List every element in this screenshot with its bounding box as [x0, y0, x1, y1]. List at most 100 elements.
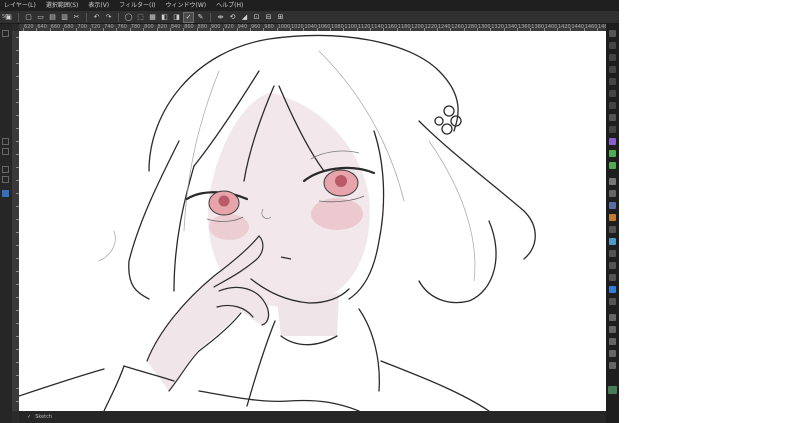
panel-item-icon[interactable] [609, 226, 616, 233]
zoom-out-icon[interactable] [2, 30, 9, 37]
panel-item-icon[interactable] [609, 326, 616, 333]
menu-layer[interactable]: レイヤー(L) [4, 0, 36, 11]
menu-bar: レイヤー(L) 選択範囲(S) 表示(V) フィルター(I) ウィンドウ(W) … [0, 0, 619, 11]
navigator-icon[interactable] [2, 166, 9, 173]
color-panel-icon[interactable] [609, 66, 616, 73]
toolbar-separator [86, 12, 87, 22]
ruler-tick-label: 1060 [317, 24, 331, 30]
ruler-tick-label: 660 [50, 24, 61, 30]
hand-fill [147, 236, 270, 391]
green-tool-icon[interactable] [609, 150, 616, 157]
panel-item-icon[interactable] [609, 262, 616, 269]
ruler-tick-label: 700 [77, 24, 87, 30]
ruler-tick-label: 740 [104, 24, 114, 30]
green-tool-icon-2[interactable] [609, 162, 616, 169]
rotate-icon[interactable]: ⟲ [228, 13, 237, 22]
ruler-tick-label: 1460 [584, 24, 598, 30]
panel-item-icon[interactable] [609, 202, 616, 209]
fit-view-icon[interactable] [2, 176, 9, 183]
invert-icon[interactable]: ◧ [160, 13, 169, 22]
rotate-view-icon[interactable] [2, 138, 9, 145]
cut-icon[interactable]: ✂ [72, 13, 81, 22]
snap-icon[interactable]: ⊡ [252, 13, 261, 22]
ruler-tick-label: 1360 [517, 24, 531, 30]
shirt-fold [198, 390, 360, 411]
deselect-icon[interactable]: ▦ [148, 13, 157, 22]
undo-icon[interactable]: ↶ [92, 13, 101, 22]
drawing-canvas[interactable] [19, 31, 606, 411]
navigator-panel-icon[interactable] [609, 78, 616, 85]
menu-filter[interactable]: フィルター(I) [119, 0, 155, 11]
ruler-tick-label: 1120 [357, 24, 371, 30]
panel-item-icon[interactable] [609, 250, 616, 257]
menu-window[interactable]: ウィンドウ(W) [166, 0, 207, 11]
sub-tool-icon[interactable] [609, 126, 616, 133]
menu-selection[interactable]: 選択範囲(S) [46, 0, 79, 11]
command-bar: ▣ ▢ ▭ ▤ ▥ ✂ ↶ ↷ ◯ ⬚ ▦ ◧ ◨ ✓ ✎ ⇹ ⟲ ◢ ⊡ ⊟ … [0, 11, 619, 24]
save-icon[interactable]: ▤ [48, 13, 57, 22]
panel-item-icon[interactable] [609, 298, 616, 305]
menu-view[interactable]: 表示(V) [88, 0, 109, 11]
orange-tool-icon[interactable] [609, 214, 616, 221]
ruler-tick-label: 1300 [477, 24, 491, 30]
brush-panel-icon[interactable] [609, 54, 616, 61]
open-icon[interactable]: ▭ [36, 13, 45, 22]
status-check-icon: ✓ [27, 414, 32, 420]
panel-toggle-icon[interactable] [609, 30, 616, 37]
redo-icon[interactable]: ↷ [104, 13, 113, 22]
ruler-tick-label: 1080 [331, 24, 344, 30]
ruler-tick-label: 820 [157, 24, 168, 30]
transform-icon[interactable]: ⬚ [136, 13, 145, 22]
ruler-tick-label: 1020 [291, 24, 304, 30]
gradient-icon[interactable]: ◢ [240, 13, 249, 22]
ruler-tick-label: 1040 [304, 24, 318, 30]
blue-tool-icon-2[interactable] [609, 286, 616, 293]
ruler-tick-label: 620 [24, 24, 34, 30]
ruler-tick-label: 640 [37, 24, 47, 30]
check-icon[interactable]: ✓ [183, 11, 194, 23]
toolbar-separator [118, 12, 119, 22]
ruler-tick-label: 1240 [437, 24, 451, 30]
hair-strand-light-3 [428, 140, 476, 282]
panel-item-icon[interactable] [609, 350, 616, 357]
hair-right-side [418, 120, 536, 260]
ruler-tick-label: 800 [144, 24, 154, 30]
purple-tool-icon[interactable] [609, 138, 616, 145]
flip-view-icon[interactable] [2, 148, 9, 155]
active-view-icon[interactable] [2, 190, 9, 197]
history-panel-icon[interactable] [609, 90, 616, 97]
menu-help[interactable]: ヘルプ(H) [216, 0, 243, 11]
toolbar-separator [18, 12, 19, 22]
ruler-tick-label: 900 [210, 24, 221, 30]
ruler-tick-label: 960 [250, 24, 261, 30]
ruler-icon[interactable]: ⊟ [264, 13, 273, 22]
color-swatch[interactable] [608, 386, 617, 394]
panel-item-icon[interactable] [609, 314, 616, 321]
panel-item-icon[interactable] [609, 178, 616, 185]
layer-panel-icon[interactable] [609, 42, 616, 49]
material-panel-icon[interactable] [609, 102, 616, 109]
brush-icon[interactable]: ✎ [196, 13, 205, 22]
clear-icon[interactable]: ◯ [124, 13, 133, 22]
blue-tool-icon[interactable] [609, 238, 616, 245]
shoulder-right [380, 360, 490, 411]
toolbar-separator [210, 12, 211, 22]
right-panel-strip [606, 24, 619, 423]
ruler-tick-label: 1440 [571, 24, 585, 30]
tool-panel-icon[interactable] [609, 114, 616, 121]
settings-icon[interactable]: ⊞ [276, 13, 285, 22]
panel-item-icon[interactable] [609, 190, 616, 197]
panel-item-icon[interactable] [609, 338, 616, 345]
status-text: Sketch [35, 414, 53, 420]
panel-item-icon[interactable] [609, 362, 616, 369]
hair-strand-light-4 [98, 230, 116, 262]
flip-icon[interactable]: ⇹ [216, 13, 225, 22]
paint-app-window: レイヤー(L) 選択範囲(S) 表示(V) フィルター(I) ウィンドウ(W) … [0, 0, 619, 423]
ruler-tick-label: 920 [224, 24, 234, 30]
panel-item-icon[interactable] [609, 274, 616, 281]
ruler-tick-label: 1420 [558, 24, 571, 30]
new-icon[interactable]: ▢ [24, 13, 33, 22]
fill-icon[interactable]: ◨ [172, 13, 181, 22]
ruler-tick-label: 1380 [531, 24, 545, 30]
copy-icon[interactable]: ▥ [60, 13, 69, 22]
